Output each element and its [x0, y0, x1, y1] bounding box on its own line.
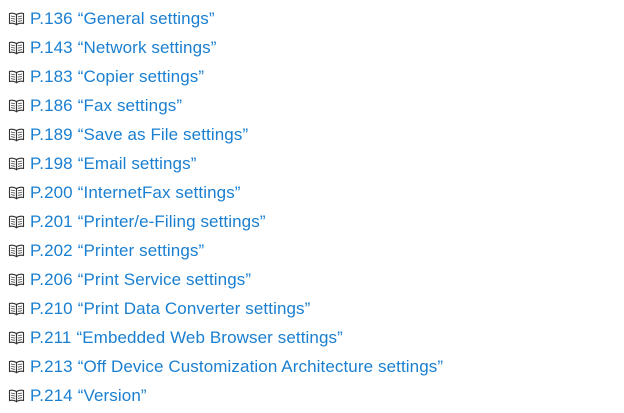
reference-item: P.143 “Network settings”: [8, 33, 443, 62]
reference-page: P.214: [30, 385, 73, 405]
reference-title: “Copier settings”: [77, 66, 205, 86]
open-book-icon: [8, 244, 25, 258]
open-book-icon: [8, 128, 25, 142]
reference-page: P.143: [30, 37, 73, 57]
reference-page: P.200: [30, 182, 73, 202]
reference-page: P.202: [30, 240, 73, 260]
reference-link[interactable]: P.183 “Copier settings”: [30, 67, 204, 87]
reference-item: P.189 “Save as File settings”: [8, 120, 443, 149]
reference-item: P.200 “InternetFax settings”: [8, 178, 443, 207]
reference-link[interactable]: P.202 “Printer settings”: [30, 241, 204, 261]
reference-title: “Save as File settings”: [77, 124, 249, 144]
reference-link[interactable]: P.143 “Network settings”: [30, 38, 217, 58]
reference-item: P.186 “Fax settings”: [8, 91, 443, 120]
reference-item: P.213 “Off Device Customization Architect…: [8, 352, 443, 381]
open-book-icon: [8, 389, 25, 403]
reference-title: “Email settings”: [77, 153, 197, 173]
reference-item: P.198 “Email settings”: [8, 149, 443, 178]
open-book-icon: [8, 273, 25, 287]
reference-item: P.214 “Version”: [8, 381, 443, 410]
reference-title: “InternetFax settings”: [77, 182, 241, 202]
reference-link[interactable]: P.198 “Email settings”: [30, 154, 196, 174]
reference-item: P.202 “Printer settings”: [8, 236, 443, 265]
reference-title: “Print Data Converter settings”: [77, 298, 311, 318]
reference-link[interactable]: P.136 “General settings”: [30, 9, 215, 29]
reference-page: P.198: [30, 153, 73, 173]
open-book-icon: [8, 331, 25, 345]
reference-page: P.183: [30, 66, 73, 86]
reference-title: “Fax settings”: [77, 95, 183, 115]
reference-item: P.201 “Printer/e-Filing settings”: [8, 207, 443, 236]
reference-page: P.189: [30, 124, 73, 144]
open-book-icon: [8, 41, 25, 55]
reference-item: P.183 “Copier settings”: [8, 62, 443, 91]
open-book-icon: [8, 186, 25, 200]
open-book-icon: [8, 70, 25, 84]
reference-title: “Printer settings”: [77, 240, 205, 260]
reference-title: “Embedded Web Browser settings”: [76, 327, 343, 347]
reference-page: P.136: [30, 8, 73, 28]
reference-link[interactable]: P.210 “Print Data Converter settings”: [30, 299, 310, 319]
open-book-icon: [8, 360, 25, 374]
reference-item: P.206 “Print Service settings”: [8, 265, 443, 294]
reference-link[interactable]: P.206 “Print Service settings”: [30, 270, 251, 290]
reference-link[interactable]: P.214 “Version”: [30, 386, 147, 406]
reference-page: P.210: [30, 298, 73, 318]
reference-page: P.206: [30, 269, 73, 289]
reference-item: P.136 “General settings”: [8, 4, 443, 33]
open-book-icon: [8, 215, 25, 229]
reference-title: “Print Service settings”: [77, 269, 252, 289]
reference-link[interactable]: P.211 “Embedded Web Browser settings”: [30, 328, 343, 348]
reference-page: P.213: [30, 356, 73, 376]
reference-item: P.211 “Embedded Web Browser settings”: [8, 323, 443, 352]
reference-link[interactable]: P.186 “Fax settings”: [30, 96, 182, 116]
open-book-icon: [8, 99, 25, 113]
reference-title: “Network settings”: [77, 37, 217, 57]
reference-list: P.136 “General settings” P.143 “Network se…: [8, 4, 443, 410]
reference-link[interactable]: P.200 “InternetFax settings”: [30, 183, 241, 203]
open-book-icon: [8, 302, 25, 316]
reference-item: P.210 “Print Data Converter settings”: [8, 294, 443, 323]
reference-page: P.201: [30, 211, 73, 231]
open-book-icon: [8, 12, 25, 26]
reference-title: “Version”: [77, 385, 147, 405]
reference-link[interactable]: P.213 “Off Device Customization Architect…: [30, 357, 443, 377]
reference-title: “General settings”: [77, 8, 215, 28]
reference-link[interactable]: P.201 “Printer/e-Filing settings”: [30, 212, 266, 232]
reference-title: “Printer/e-Filing settings”: [77, 211, 266, 231]
reference-page: P.211: [30, 327, 72, 347]
reference-page: P.186: [30, 95, 73, 115]
reference-title: “Off Device Customization Architecture s…: [77, 356, 444, 376]
open-book-icon: [8, 157, 25, 171]
reference-link[interactable]: P.189 “Save as File settings”: [30, 125, 248, 145]
